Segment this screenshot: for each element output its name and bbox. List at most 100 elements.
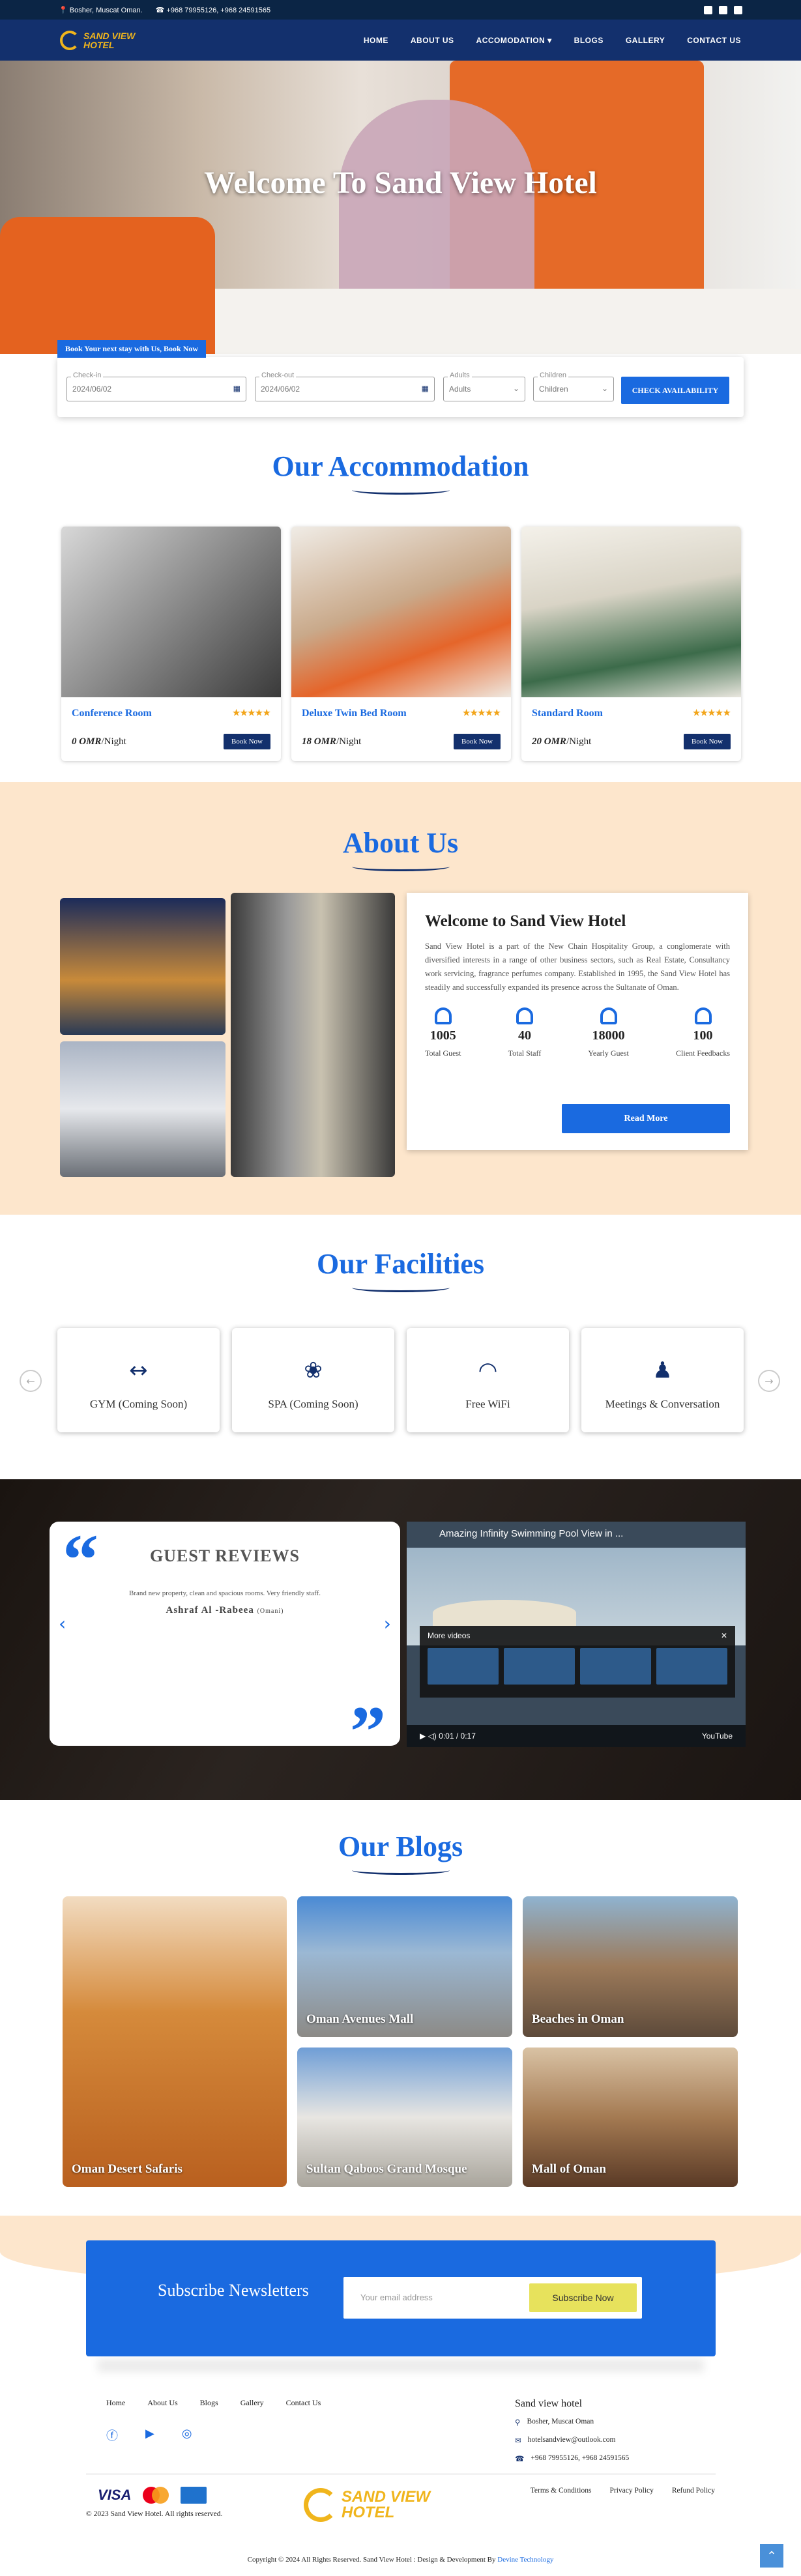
- facility-card[interactable]: ❀ SPA (Coming Soon): [232, 1328, 394, 1432]
- facebook-icon[interactable]: [704, 5, 712, 14]
- stat-number: 18000: [592, 1028, 625, 1043]
- next-arrow-icon[interactable]: →: [758, 1370, 780, 1392]
- youtube-icon[interactable]: [719, 5, 727, 14]
- footer-contact: Sand view hotel ⚲ Bosher, Muscat Oman ✉ ho…: [515, 2398, 629, 2472]
- blog-card[interactable]: Sultan Qaboos Grand Mosque: [297, 2048, 512, 2187]
- book-now-button[interactable]: Book Now: [454, 734, 501, 749]
- author-country: (Omani): [257, 1608, 284, 1615]
- star-rating: ★★★★★: [692, 708, 731, 717]
- logo-line2: HOTEL: [83, 39, 115, 50]
- footer-link-blogs[interactable]: Blogs: [200, 2398, 218, 2408]
- rooms-list: Conference Room ★★★★★ 0 OMR/Night Book Now…: [61, 527, 741, 761]
- logo-line1: SAND VIEW: [83, 30, 136, 41]
- user-icon: [516, 1007, 533, 1024]
- flourish-divider: [351, 1283, 450, 1292]
- visa-icon: VISA: [98, 2487, 132, 2503]
- close-icon[interactable]: ✕: [721, 1631, 727, 1640]
- phone-icon: ☎: [515, 2454, 525, 2463]
- video-thumb[interactable]: [656, 1648, 727, 1685]
- adults-select[interactable]: Adults Adults ⌄: [443, 371, 525, 401]
- nav-accommodation[interactable]: ACCOMODATION ▾: [476, 36, 552, 45]
- contact-email[interactable]: hotelsandview@outlook.com: [528, 2436, 616, 2445]
- footer-link-home[interactable]: Home: [106, 2398, 125, 2408]
- instagram-icon[interactable]: ◎: [182, 2427, 192, 2444]
- legal-links: Terms & Conditions Privacy Policy Refund…: [531, 2487, 715, 2495]
- facility-card[interactable]: ◠ Free WiFi: [407, 1328, 569, 1432]
- footer-logo[interactable]: SAND VIEW HOTEL: [304, 2488, 430, 2522]
- prev-arrow-icon[interactable]: ←: [20, 1370, 42, 1392]
- phone-value: +968 79955126, +968 24591565: [166, 6, 271, 14]
- terms-link[interactable]: Terms & Conditions: [531, 2487, 592, 2495]
- check-availability-button[interactable]: CHECK AVAILABILITY: [621, 377, 729, 404]
- checkout-field[interactable]: Check-out 2024/06/02 ▦: [255, 371, 435, 401]
- about-image-hotel-day: [60, 1041, 226, 1177]
- blog-card[interactable]: Beaches in Oman: [523, 1896, 738, 2037]
- address-value: Bosher, Muscat Oman.: [69, 6, 143, 14]
- video-embed[interactable]: Amazing Infinity Swimming Pool View in .…: [407, 1522, 746, 1747]
- youtube-icon[interactable]: ▶: [145, 2427, 154, 2444]
- youtube-logo[interactable]: YouTube: [702, 1731, 733, 1741]
- star-rating: ★★★★★: [232, 708, 270, 717]
- room-card[interactable]: Standard Room ★★★★★ 20 OMR/Night Book Now: [521, 527, 741, 761]
- footer-link-about[interactable]: About Us: [147, 2398, 177, 2408]
- facility-label: Meetings & Conversation: [605, 1398, 720, 1410]
- book-now-button[interactable]: Book Now: [224, 734, 270, 749]
- contact-address: Bosher, Muscat Oman: [527, 2418, 594, 2425]
- email-input[interactable]: Your email address: [360, 2293, 433, 2302]
- refund-link[interactable]: Refund Policy: [672, 2487, 715, 2495]
- subscribe-button[interactable]: Subscribe Now: [529, 2283, 637, 2312]
- checkin-field[interactable]: Check-in 2024/06/02 ▦: [66, 371, 246, 401]
- stat-label: Total Guest: [425, 1049, 461, 1058]
- footer-social: ⓕ ▶ ◎: [106, 2427, 192, 2444]
- volume-icon[interactable]: ◁): [428, 1731, 437, 1741]
- contact-phone[interactable]: +968 79955126, +968 24591565: [531, 2454, 629, 2463]
- developer-link[interactable]: Devine Technology: [497, 2556, 553, 2564]
- read-more-button[interactable]: Read More: [562, 1104, 730, 1133]
- stats-row: 1005 Total Guest 40 Total Staff 18000 Yearl…: [425, 1007, 730, 1058]
- review-next-icon[interactable]: ›: [384, 1613, 391, 1634]
- nav-home[interactable]: HOME: [364, 36, 388, 45]
- stat-total-staff: 40 Total Staff: [508, 1007, 541, 1058]
- review-prev-icon[interactable]: ‹: [59, 1613, 66, 1634]
- stat-total-guest: 1005 Total Guest: [425, 1007, 461, 1058]
- facebook-icon[interactable]: ⓕ: [106, 2427, 118, 2444]
- scroll-top-icon[interactable]: ⌃: [760, 2544, 783, 2568]
- children-select[interactable]: Children Children ⌄: [533, 371, 614, 401]
- nav-blogs[interactable]: BLOGS: [574, 36, 604, 45]
- logo-ring-icon: [60, 30, 80, 50]
- blog-title: Beaches in Oman: [532, 2012, 624, 2026]
- logo-line1: SAND VIEW: [342, 2488, 431, 2506]
- book-now-button[interactable]: Book Now: [684, 734, 731, 749]
- footer-link-gallery[interactable]: Gallery: [240, 2398, 264, 2408]
- privacy-link[interactable]: Privacy Policy: [609, 2487, 653, 2495]
- email-icon: ✉: [515, 2436, 521, 2445]
- adults-value: Adults: [449, 384, 471, 394]
- adults-label: Adults: [448, 371, 472, 379]
- calendar-icon: ▦: [421, 384, 429, 393]
- accommodation-title: Our Accommodation: [272, 450, 529, 482]
- price-unit: /Night: [336, 736, 362, 747]
- instagram-icon[interactable]: [734, 5, 742, 14]
- blog-card[interactable]: Mall of Oman: [523, 2048, 738, 2187]
- author-name: Ashraf Al -Rabeea: [166, 1605, 254, 1615]
- review-author: Ashraf Al -Rabeea (Omani): [50, 1605, 400, 1616]
- stat-number: 40: [517, 1028, 531, 1043]
- footer-link-contact[interactable]: Contact Us: [286, 2398, 321, 2408]
- room-card[interactable]: Deluxe Twin Bed Room ★★★★★ 18 OMR/Night Bo…: [291, 527, 511, 761]
- nav-contact[interactable]: CONTACT US: [687, 36, 741, 45]
- flourish-divider: [351, 862, 450, 871]
- video-thumb[interactable]: [580, 1648, 651, 1685]
- room-card[interactable]: Conference Room ★★★★★ 0 OMR/Night Book Now: [61, 527, 281, 761]
- play-icon[interactable]: ▶: [420, 1731, 426, 1741]
- logo[interactable]: SAND VIEW HOTEL: [60, 30, 136, 50]
- video-thumb[interactable]: [504, 1648, 575, 1685]
- blog-card[interactable]: Oman Avenues Mall: [297, 1896, 512, 2037]
- nav-about[interactable]: ABOUT US: [411, 36, 454, 45]
- blog-card[interactable]: Oman Desert Safaris: [63, 1896, 287, 2187]
- video-thumb[interactable]: [428, 1648, 499, 1685]
- facility-card[interactable]: ♟ Meetings & Conversation: [581, 1328, 744, 1432]
- facility-card[interactable]: ↔ GYM (Coming Soon): [57, 1328, 220, 1432]
- checkin-label: Check-in: [71, 371, 104, 379]
- video-time: 0:01 / 0:17: [439, 1731, 476, 1741]
- nav-gallery[interactable]: GALLERY: [626, 36, 665, 45]
